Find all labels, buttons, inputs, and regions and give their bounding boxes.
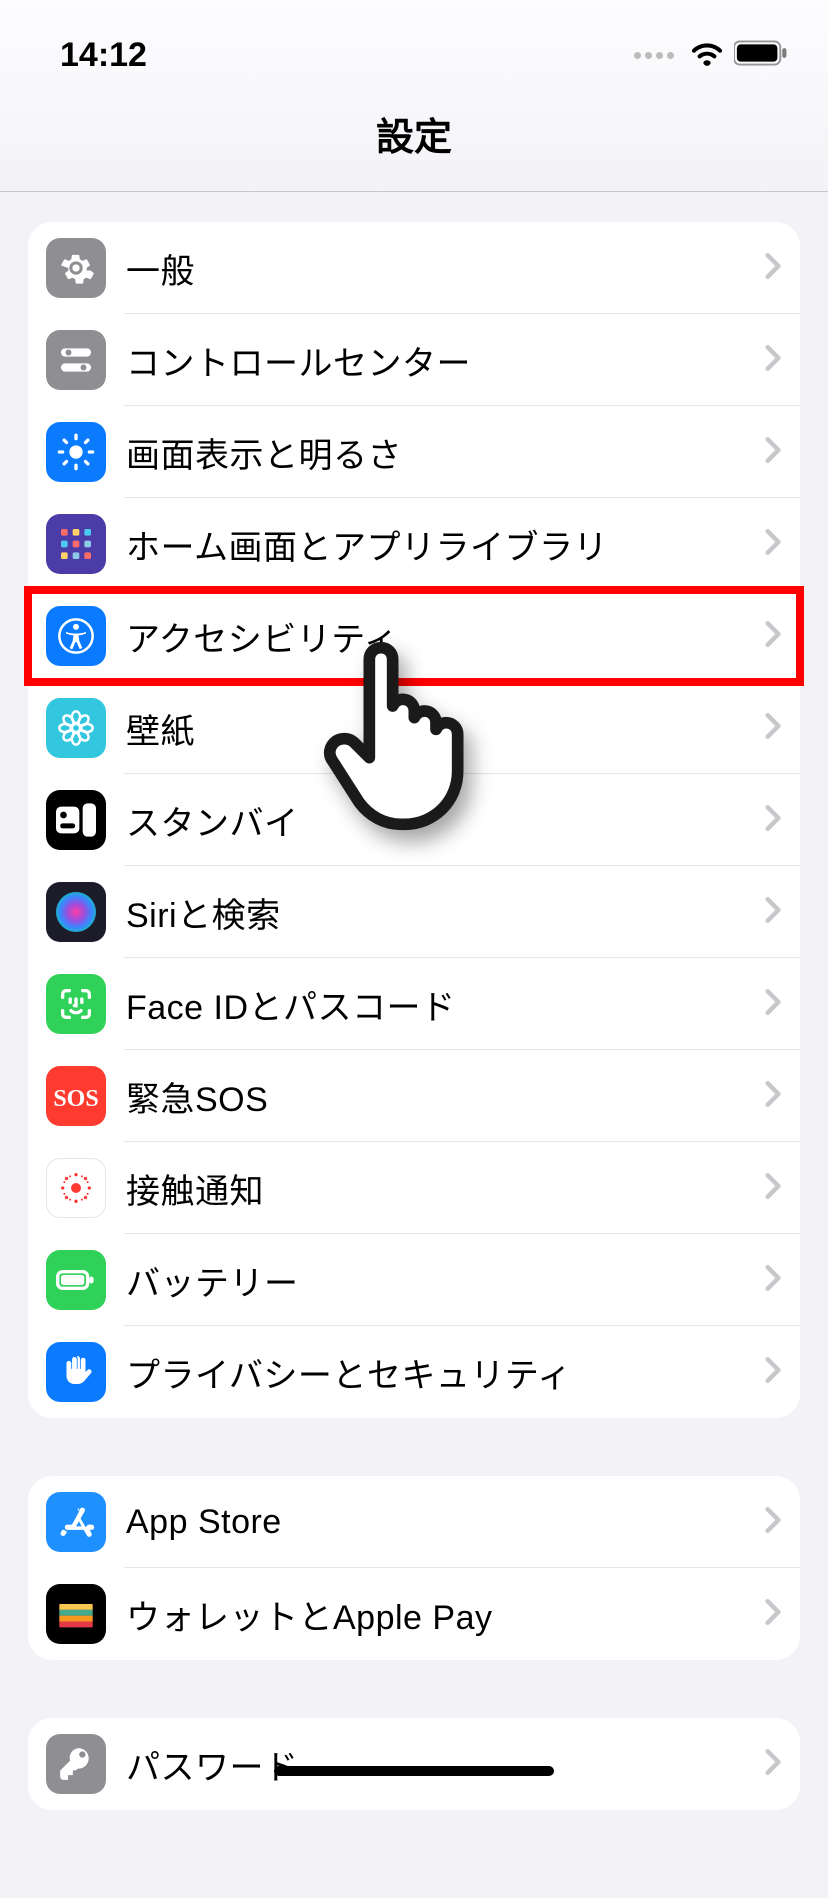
status-time: 14:12	[60, 36, 147, 75]
exposure-icon	[46, 1158, 106, 1218]
row-label: コントロールセンター	[126, 336, 764, 385]
status-indicators	[634, 40, 788, 71]
row-label: ウォレットとApple Pay	[126, 1590, 764, 1639]
row-label: ホーム画面とアプリライブラリ	[126, 520, 764, 569]
settings-row-faceid[interactable]: Face IDとパスコード	[28, 958, 800, 1050]
switches-icon	[46, 330, 106, 390]
settings-row-sos[interactable]: SOS 緊急SOS	[28, 1050, 800, 1142]
settings-row-passwords[interactable]: パスワード	[28, 1718, 800, 1810]
row-label: Face IDとパスコード	[126, 980, 764, 1029]
flower-icon	[46, 698, 106, 758]
chevron-right-icon	[764, 1747, 782, 1782]
settings-row-exposure[interactable]: 接触通知	[28, 1142, 800, 1234]
chevron-right-icon	[764, 251, 782, 286]
chevron-right-icon	[764, 1079, 782, 1114]
wifi-icon	[690, 40, 724, 71]
chevron-right-icon	[764, 435, 782, 470]
settings-row-controlcenter[interactable]: コントロールセンター	[28, 314, 800, 406]
chevron-right-icon	[764, 803, 782, 838]
chevron-right-icon	[764, 711, 782, 746]
settings-row-privacy[interactable]: プライバシーとセキュリティ	[28, 1326, 800, 1418]
settings-row-appstore[interactable]: App Store	[28, 1476, 800, 1568]
row-label: Siriと検索	[126, 888, 764, 937]
settings-row-siri[interactable]: Siriと検索	[28, 866, 800, 958]
row-label: 接触通知	[126, 1164, 764, 1213]
siri-icon	[46, 882, 106, 942]
chevron-right-icon	[764, 1355, 782, 1390]
home-indicator[interactable]	[274, 1766, 554, 1776]
settings-row-standby[interactable]: スタンバイ	[28, 774, 800, 866]
row-label: プライバシーとセキュリティ	[126, 1348, 764, 1397]
sos-icon: SOS	[46, 1066, 106, 1126]
battery-icon	[46, 1250, 106, 1310]
chevron-right-icon	[764, 527, 782, 562]
row-label: パスワード	[126, 1740, 764, 1789]
settings-group: App Store ウォレットとApple Pay	[28, 1476, 800, 1660]
svg-text:SOS: SOS	[53, 1086, 98, 1112]
row-label: 緊急SOS	[126, 1072, 764, 1121]
hand-icon	[46, 1342, 106, 1402]
chevron-right-icon	[764, 1263, 782, 1298]
chevron-right-icon	[764, 987, 782, 1022]
faceid-icon	[46, 974, 106, 1034]
key-icon	[46, 1734, 106, 1794]
row-label: 壁紙	[126, 704, 764, 753]
row-label: バッテリー	[126, 1256, 764, 1305]
wallet-icon	[46, 1584, 106, 1644]
settings-row-accessibility[interactable]: アクセシビリティ	[28, 590, 800, 682]
chevron-right-icon	[764, 1597, 782, 1632]
settings-row-display[interactable]: 画面表示と明るさ	[28, 406, 800, 498]
cellular-icon	[634, 52, 674, 59]
gear-icon	[46, 238, 106, 298]
appstore-icon	[46, 1492, 106, 1552]
row-label: 画面表示と明るさ	[126, 428, 764, 477]
settings-row-wallpaper[interactable]: 壁紙	[28, 682, 800, 774]
status-bar: 14:12	[0, 0, 828, 100]
settings-row-general[interactable]: 一般	[28, 222, 800, 314]
settings-group: 一般コントロールセンター画面表示と明るさホーム画面とアプリライブラリアクセシビリ…	[28, 222, 800, 1418]
standby-icon	[46, 790, 106, 850]
chevron-right-icon	[764, 895, 782, 930]
chevron-right-icon	[764, 1171, 782, 1206]
page-title: 設定	[0, 100, 828, 192]
chevron-right-icon	[764, 619, 782, 654]
row-label: App Store	[126, 1503, 764, 1542]
settings-row-battery[interactable]: バッテリー	[28, 1234, 800, 1326]
chevron-right-icon	[764, 1505, 782, 1540]
settings-group: パスワード	[28, 1718, 800, 1810]
settings-row-home[interactable]: ホーム画面とアプリライブラリ	[28, 498, 800, 590]
accessibility-icon	[46, 606, 106, 666]
battery-icon	[734, 40, 788, 71]
settings-groups: 一般コントロールセンター画面表示と明るさホーム画面とアプリライブラリアクセシビリ…	[0, 192, 828, 1898]
row-label: アクセシビリティ	[126, 612, 764, 661]
settings-row-wallet[interactable]: ウォレットとApple Pay	[28, 1568, 800, 1660]
sun-icon	[46, 422, 106, 482]
row-label: スタンバイ	[126, 796, 764, 845]
grid-icon	[46, 514, 106, 574]
row-label: 一般	[126, 244, 764, 293]
chevron-right-icon	[764, 343, 782, 378]
